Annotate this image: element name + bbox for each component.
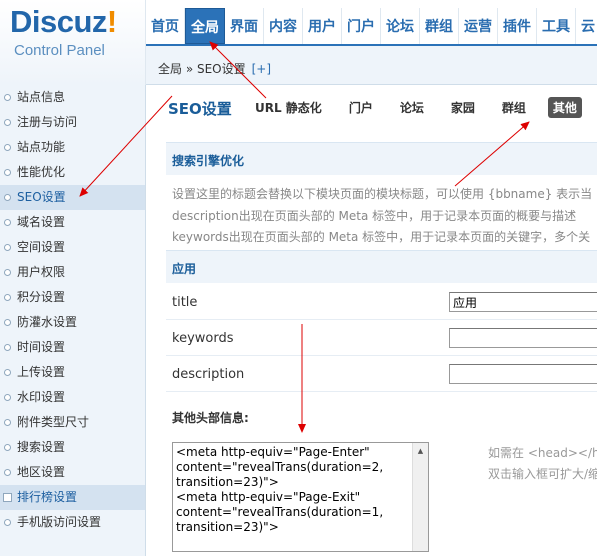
textarea-scrollbar[interactable]: ▲ (412, 443, 428, 551)
row-divider (166, 319, 597, 320)
desc-title: 设置这里的标题会替换以下模块页面的模块标题，可以使用 {bbname} 表示当 (172, 187, 593, 201)
sidebar-item-site-info[interactable]: 站点信息 (0, 85, 145, 110)
add-shortcut-link[interactable]: [+] (252, 62, 271, 76)
sidebar-item-mobile[interactable]: 手机版访问设置 (0, 510, 145, 535)
sidebar: 站点信息 注册与访问 站点功能 性能优化 SEO设置 域名设置 空间设置 用户权… (0, 85, 146, 556)
nav-cloud[interactable]: 云 (576, 8, 597, 44)
section-seo-title: 搜索引擎优化 (172, 154, 245, 168)
main-content: SEO设置 URL 静态化 门户 论坛 家园 群组 其他 搜索引擎优化 设置这里… (146, 85, 597, 556)
breadcrumb: 全局 » SEO设置 [+] (158, 60, 271, 77)
sidebar-item-upload[interactable]: 上传设置 (0, 360, 145, 385)
sidebar-item-anti-spam[interactable]: 防灌水设置 (0, 310, 145, 335)
nav-forum[interactable]: 论坛 (381, 8, 420, 44)
sidebar-item-time[interactable]: 时间设置 (0, 335, 145, 360)
section-seo-header: 搜索引擎优化 (166, 142, 597, 175)
keywords-input[interactable] (449, 328, 597, 348)
sidebar-item-performance[interactable]: 性能优化 (0, 160, 145, 185)
breadcrumb-path: 全局 » SEO设置 (158, 62, 246, 76)
head-hint-line1: 如需在 <head></h (488, 446, 597, 460)
breadcrumb-bar: 全局 » SEO设置 [+] (146, 44, 597, 85)
scroll-up-icon[interactable]: ▲ (413, 443, 428, 458)
nav-global[interactable]: 全局 (185, 8, 225, 44)
nav-home[interactable]: 首页 (146, 8, 185, 44)
title-input[interactable] (449, 292, 597, 312)
sidebar-item-credits[interactable]: 积分设置 (0, 285, 145, 310)
nav-operations[interactable]: 运营 (459, 8, 498, 44)
logo-subtitle: Control Panel (14, 42, 105, 59)
nav-users[interactable]: 用户 (303, 8, 342, 44)
tab-portal[interactable]: 门户 (344, 97, 378, 118)
sidebar-item-permissions[interactable]: 用户权限 (0, 260, 145, 285)
head-info-textarea[interactable]: <meta http-equiv="Page-Enter" content="r… (172, 442, 429, 552)
section-app-title: 应用 (172, 262, 197, 276)
row-divider (166, 355, 597, 356)
sub-tabs: URL 静态化 门户 论坛 家园 群组 其他 (250, 97, 597, 118)
sidebar-item-register-access[interactable]: 注册与访问 (0, 110, 145, 135)
nav-plugins[interactable]: 插件 (498, 8, 537, 44)
tab-other[interactable]: 其他 (547, 97, 582, 118)
tab-home[interactable]: 家园 (446, 97, 480, 118)
main-header: SEO设置 URL 静态化 门户 论坛 家园 群组 其他 (146, 85, 597, 125)
logo[interactable]: Discuz! Control Panel (0, 0, 146, 85)
page-title: SEO设置 (168, 100, 232, 118)
sidebar-item-domain[interactable]: 域名设置 (0, 210, 145, 235)
nav-groups[interactable]: 群组 (420, 8, 459, 44)
section-app-header: 应用 (166, 250, 597, 283)
title-label: title (172, 295, 198, 310)
description-input[interactable] (449, 364, 597, 384)
tab-groups[interactable]: 群组 (497, 97, 531, 118)
keywords-label: keywords (172, 331, 234, 346)
desc-description: description出现在页面头部的 Meta 标签中，用于记录本页面的概要与… (172, 209, 577, 223)
sidebar-item-region[interactable]: 地区设置 (0, 460, 145, 485)
sidebar-item-watermark[interactable]: 水印设置 (0, 385, 145, 410)
nav-content[interactable]: 内容 (264, 8, 303, 44)
sidebar-item-attachment-types[interactable]: 附件类型尺寸 (0, 410, 145, 435)
logo-text: Discuz! (10, 4, 117, 39)
description-label: description (172, 367, 245, 382)
nav-interface[interactable]: 界面 (225, 8, 264, 44)
sidebar-item-site-features[interactable]: 站点功能 (0, 135, 145, 160)
head-hint-line2: 双击输入框可扩大/缩 (488, 467, 597, 481)
nav-portal[interactable]: 门户 (342, 8, 381, 44)
top-nav: 首页 全局 界面 内容 用户 门户 论坛 群组 运营 插件 工具 云 (146, 8, 597, 44)
tab-forum[interactable]: 论坛 (395, 97, 429, 118)
sidebar-item-search[interactable]: 搜索设置 (0, 435, 145, 460)
nav-tools[interactable]: 工具 (537, 8, 576, 44)
row-divider (166, 391, 597, 392)
desc-keywords: keywords出现在页面头部的 Meta 标签中，用于记录本页面的关键字，多个… (172, 230, 591, 244)
sidebar-item-seo[interactable]: SEO设置 (0, 185, 145, 210)
sidebar-item-ranking[interactable]: 排行榜设置 (0, 485, 145, 510)
tab-url-static[interactable]: URL 静态化 (250, 97, 327, 118)
sidebar-item-space[interactable]: 空间设置 (0, 235, 145, 260)
other-head-label: 其他头部信息: (172, 411, 249, 425)
